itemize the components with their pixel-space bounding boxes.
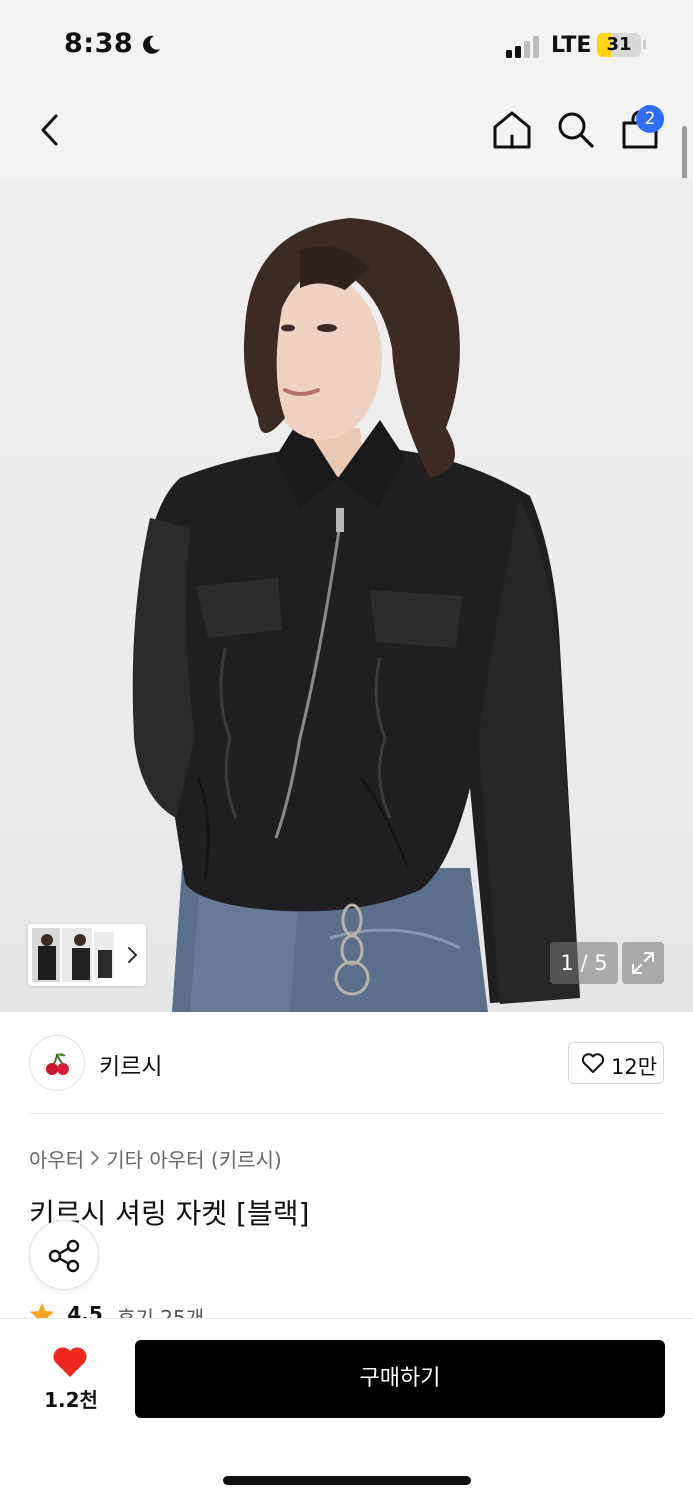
chevron-right-icon [90,1147,100,1171]
heart-filled-icon[interactable] [51,1345,89,1379]
signal-icon [506,36,539,58]
cart-badge[interactable]: 2 [636,105,664,133]
network-label: LTE [551,33,592,58]
moon-icon [143,35,160,54]
battery-icon: 31 [597,33,641,57]
brand-like-button[interactable]: 12만 [568,1042,664,1084]
share-button[interactable] [29,1220,99,1290]
image-counter: 1 / 5 [550,942,618,984]
thumbnail-strip[interactable] [28,924,146,986]
expand-button[interactable] [622,942,664,984]
product-photo [132,218,580,1012]
brand-name[interactable]: 키르시 [99,1047,162,1081]
breadcrumb-item-other-outer[interactable]: 기타 아우터 (키르시) [106,1144,282,1173]
expand-icon [632,952,654,974]
wishlist-count: 1.2천 [44,1388,98,1412]
buy-button[interactable]: 구매하기 [135,1340,665,1418]
search-icon[interactable] [556,110,596,150]
home-indicator [223,1476,471,1485]
status-time: 8:38 [64,28,134,59]
status-bar: 8:38 LTE 31 [0,0,693,90]
brand-avatar[interactable] [29,1035,85,1091]
breadcrumb-item-outer[interactable]: 아우터 [29,1144,84,1173]
cherry-icon [46,1053,69,1075]
section-divider [29,1113,665,1114]
share-icon [48,1239,80,1273]
breadcrumb: 아우터 기타 아우터 (키르시) [29,1144,282,1173]
battery-level: 31 [606,34,632,55]
home-icon[interactable] [492,110,532,150]
product-image[interactable] [0,178,693,1012]
heart-outline-icon [581,1053,605,1073]
battery-nub [643,40,646,49]
chevron-right-icon [128,947,137,963]
chevron-left-icon[interactable] [36,112,64,148]
brand-like-count: 12만 [611,1055,658,1079]
